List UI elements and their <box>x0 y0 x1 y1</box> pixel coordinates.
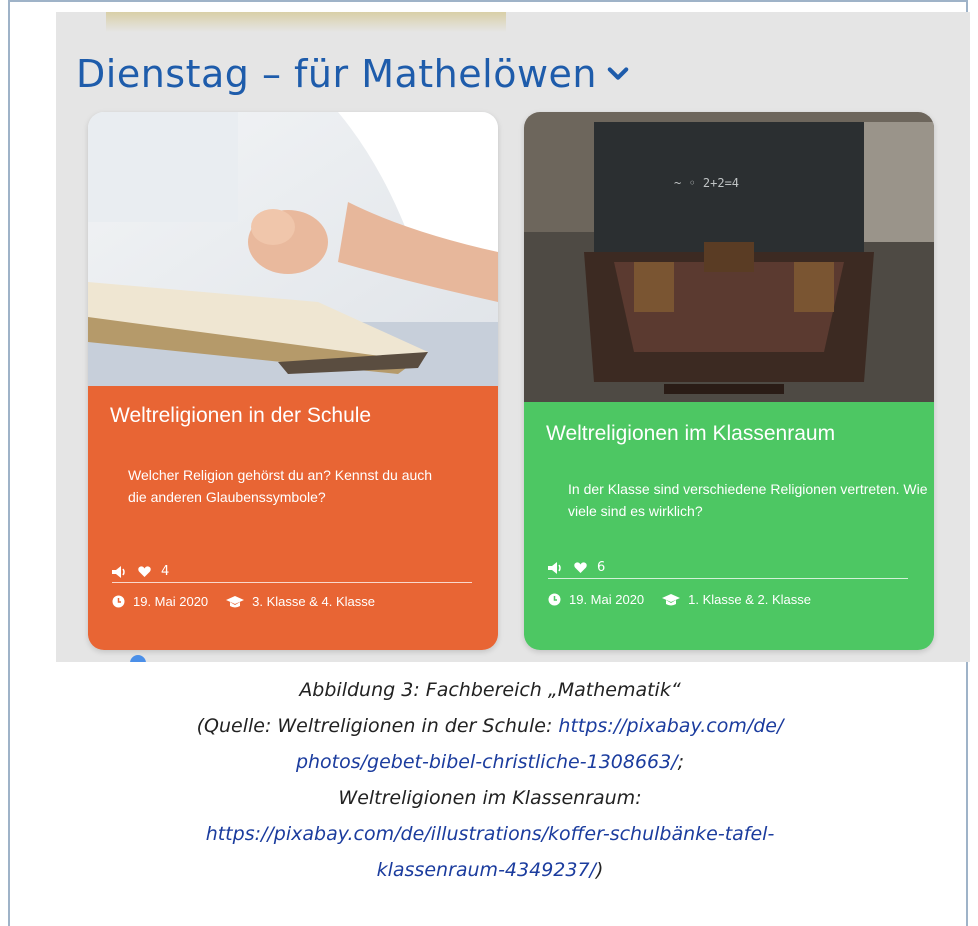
card-body: Weltreligionen in der Schule Welcher Rel… <box>88 386 498 650</box>
card-meta: 19. Mai 2020 1. Klasse & 2. Klasse <box>548 592 811 607</box>
clock-icon <box>548 593 561 606</box>
card-image-praying-hands <box>88 112 498 386</box>
section-heading-text: Dienstag – für Mathelöwen <box>76 52 597 96</box>
section-heading[interactable]: Dienstag – für Mathelöwen <box>76 52 629 96</box>
card-body: Weltreligionen im Klassenraum In der Kla… <box>524 402 934 650</box>
caption-closing: ) <box>595 859 604 881</box>
card-description: Welcher Religion gehörst du an? Kennst d… <box>128 467 433 505</box>
speaker-icon[interactable] <box>112 565 128 578</box>
chevron-down-icon[interactable] <box>607 63 629 85</box>
caption-title: Abbildung 3: Fachbereich „Mathematik“ <box>299 679 681 701</box>
card-title[interactable]: Weltreligionen in der Schule <box>110 404 371 428</box>
heart-icon[interactable] <box>138 565 151 578</box>
caption-source-line-2: photos/gebet-bibel-christliche-1308663/; <box>10 744 970 780</box>
card-date: 19. Mai 2020 <box>569 592 645 607</box>
source-link-2a[interactable]: https://pixabay.com/de/illustrations/kof… <box>206 823 775 845</box>
likes-count: 4 <box>161 564 170 579</box>
graduation-cap-icon <box>226 595 245 607</box>
card-date: 19. Mai 2020 <box>133 594 209 609</box>
card-weltreligionen-klassenraum[interactable]: ~ ◦ 2+2=4 Weltreligionen im Klassenraum … <box>524 112 934 650</box>
card-stats: 6 <box>548 560 605 575</box>
top-strip <box>106 12 506 32</box>
card-grades: 3. Klasse & 4. Klasse <box>252 594 376 609</box>
card-divider <box>548 578 908 579</box>
source-link-1b[interactable]: photos/gebet-bibel-christliche-1308663/ <box>296 751 678 773</box>
source-link-1a[interactable]: https://pixabay.com/de/ <box>558 715 783 737</box>
card-weltreligionen-schule[interactable]: Weltreligionen in der Schule Welcher Rel… <box>88 112 498 650</box>
screenshot-image: Dienstag – für Mathelöwen Weltreligionen… <box>56 12 970 662</box>
card-meta: 19. Mai 2020 3. Klasse & 4. Klasse <box>112 594 375 609</box>
heart-icon[interactable] <box>574 561 587 574</box>
card-stats: 4 <box>112 564 169 579</box>
caption-source-label-2: Weltreligionen im Klassenraum: <box>338 787 642 809</box>
clock-icon <box>112 595 125 608</box>
likes-count: 6 <box>597 560 606 575</box>
document-frame: Dienstag – für Mathelöwen Weltreligionen… <box>8 0 970 926</box>
caption-source-label-1: (Quelle: Weltreligionen in der Schule: <box>196 715 559 737</box>
source-link-2b[interactable]: klassenraum-4349237/ <box>377 859 596 881</box>
carousel-dot[interactable] <box>130 655 146 662</box>
card-grades: 1. Klasse & 2. Klasse <box>688 592 812 607</box>
speaker-icon[interactable] <box>548 561 564 574</box>
graduation-cap-icon <box>662 593 681 605</box>
svg-text:~ ◦ 2+2=4: ~ ◦ 2+2=4 <box>674 176 739 190</box>
card-divider <box>112 582 472 583</box>
card-description: In der Klasse sind verschiedene Religion… <box>568 481 928 519</box>
card-title[interactable]: Weltreligionen im Klassenraum <box>546 422 835 446</box>
caption-source-line-1: (Quelle: Weltreligionen in der Schule: h… <box>10 708 970 744</box>
caption-source-line-4: https://pixabay.com/de/illustrations/kof… <box>10 816 970 852</box>
figure-caption: Abbildung 3: Fachbereich „Mathematik“ (Q… <box>10 672 970 888</box>
card-image-suitcase-classroom: ~ ◦ 2+2=4 <box>524 112 934 402</box>
caption-source-line-5: klassenraum-4349237/) <box>10 852 970 888</box>
caption-separator: ; <box>677 751 685 773</box>
